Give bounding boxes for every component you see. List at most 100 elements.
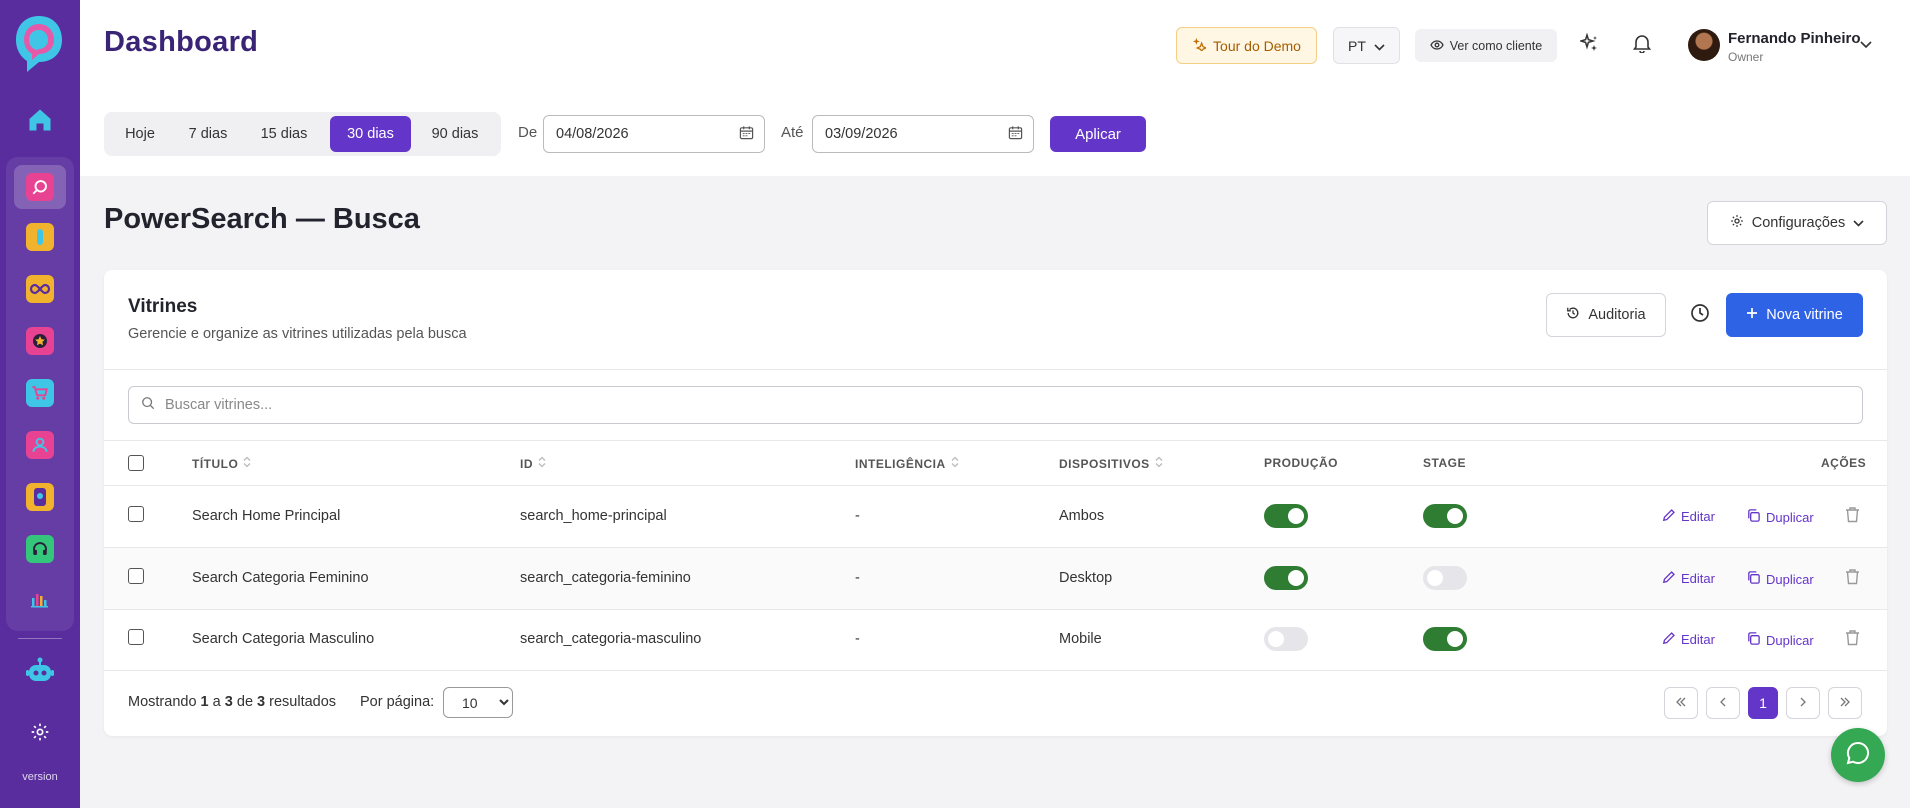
infinity-icon: [26, 275, 54, 303]
nav-bot[interactable]: [20, 652, 60, 692]
edit-button[interactable]: Editar: [1662, 631, 1715, 648]
column-header-actions: AÇÕES: [1821, 456, 1867, 470]
divider: [104, 440, 1887, 441]
nav-app-3[interactable]: [20, 269, 60, 309]
section-title: PowerSearch — Busca: [104, 203, 420, 235]
summary-connector: a: [212, 694, 221, 710]
page-button-current[interactable]: 1: [1748, 687, 1778, 719]
column-header-production: PRODUÇÃO: [1264, 456, 1339, 470]
nav-analytics[interactable]: [20, 581, 60, 621]
per-page-select[interactable]: 10: [443, 687, 513, 718]
chat-button[interactable]: [1831, 728, 1885, 782]
duplicate-button[interactable]: Duplicar: [1746, 508, 1814, 526]
tour-demo-button[interactable]: Tour do Demo: [1176, 27, 1317, 64]
sidebar-divider: [18, 638, 62, 639]
nav-app-4[interactable]: [20, 321, 60, 361]
trash-icon[interactable]: [1845, 506, 1860, 528]
cell-title: Search Categoria Masculino: [192, 631, 375, 647]
duplicate-button[interactable]: Duplicar: [1746, 570, 1814, 588]
nav-app-6[interactable]: [20, 425, 60, 465]
column-header-label: ID: [520, 456, 533, 471]
stage-toggle[interactable]: [1423, 627, 1467, 651]
avatar[interactable]: [1688, 29, 1720, 61]
range-today[interactable]: Hoje: [108, 116, 172, 152]
pencil-icon: [1662, 570, 1676, 587]
range-30-days[interactable]: 30 dias: [330, 116, 411, 152]
duplicate-button[interactable]: Duplicar: [1746, 631, 1814, 649]
edit-label: Editar: [1681, 632, 1715, 647]
trash-icon[interactable]: [1845, 629, 1860, 651]
sparkle-icon: [1192, 37, 1208, 54]
to-date-input[interactable]: 03/09/2026: [812, 115, 1034, 153]
stage-toggle[interactable]: [1423, 504, 1467, 528]
duplicate-label: Duplicar: [1766, 632, 1814, 648]
view-as-client-label: Ver como cliente: [1449, 38, 1543, 53]
previous-page-button[interactable]: [1706, 687, 1740, 719]
language-value: PT: [1348, 37, 1366, 54]
row-checkbox[interactable]: [128, 629, 144, 645]
nav-home[interactable]: [20, 102, 60, 142]
range-90-days[interactable]: 90 dias: [413, 116, 497, 152]
nav-app-2[interactable]: [20, 217, 60, 257]
apply-button[interactable]: Aplicar: [1050, 116, 1146, 152]
edit-button[interactable]: Editar: [1662, 508, 1715, 525]
eye-icon: [1430, 39, 1444, 53]
settings-dropdown-button[interactable]: Configurações: [1707, 201, 1887, 245]
headset-icon: [26, 535, 54, 563]
column-header-title[interactable]: TÍTULO: [192, 456, 251, 471]
divider: [104, 369, 1887, 370]
search-field[interactable]: [128, 386, 1863, 424]
ai-tools-button[interactable]: [1572, 27, 1608, 63]
notifications-button[interactable]: [1624, 27, 1660, 63]
chevrons-left-icon: [1675, 694, 1687, 712]
first-page-button[interactable]: [1664, 687, 1698, 719]
last-page-button[interactable]: [1828, 687, 1862, 719]
table-row: Search Categoria Masculino search_catego…: [104, 609, 1887, 670]
nav-app-7[interactable]: [20, 477, 60, 517]
next-page-button[interactable]: [1786, 687, 1820, 719]
new-vitrine-button[interactable]: Nova vitrine: [1726, 293, 1863, 337]
nav-app-8[interactable]: [20, 529, 60, 569]
clock-icon: [1690, 303, 1710, 328]
range-15-days[interactable]: 15 dias: [244, 116, 324, 152]
production-toggle[interactable]: [1264, 627, 1308, 651]
search-app-icon: [26, 173, 54, 201]
nav-settings[interactable]: [20, 714, 60, 754]
cell-devices: Mobile: [1059, 631, 1102, 647]
from-date-input[interactable]: 04/08/2026: [543, 115, 765, 153]
pencil-icon: [1662, 631, 1676, 648]
trash-icon[interactable]: [1845, 568, 1860, 590]
table-row: Search Categoria Feminino search_categor…: [104, 548, 1887, 609]
column-header-id[interactable]: ID: [520, 456, 546, 471]
select-all-checkbox[interactable]: [128, 455, 144, 471]
row-checkbox[interactable]: [128, 506, 144, 522]
production-toggle[interactable]: [1264, 566, 1308, 590]
production-toggle[interactable]: [1264, 504, 1308, 528]
toggle-knob: [1447, 508, 1463, 524]
range-7-days[interactable]: 7 dias: [172, 116, 244, 152]
settings-label: Configurações: [1751, 215, 1846, 231]
edit-label: Editar: [1681, 571, 1715, 586]
chevron-down-icon: [1853, 215, 1864, 231]
chevron-down-icon[interactable]: [1860, 36, 1872, 54]
stage-toggle[interactable]: [1423, 566, 1467, 590]
column-header-stage: STAGE: [1423, 456, 1466, 470]
version-label: version: [22, 771, 58, 783]
history-button[interactable]: [1682, 297, 1718, 333]
column-header-intelligence[interactable]: INTELIGÊNCIA: [855, 456, 959, 471]
cell-title: Search Home Principal: [192, 508, 341, 524]
row-checkbox[interactable]: [128, 568, 144, 584]
nav-powersearch[interactable]: [14, 165, 66, 209]
view-as-client-button[interactable]: Ver como cliente: [1415, 29, 1557, 62]
gear-icon: [30, 722, 50, 747]
audit-button[interactable]: Auditoria: [1546, 293, 1666, 337]
brand-logo[interactable]: [13, 14, 65, 79]
figure-icon: [26, 223, 54, 251]
edit-button[interactable]: Editar: [1662, 570, 1715, 587]
nav-app-5[interactable]: [20, 373, 60, 413]
vitrines-card: Vitrines Gerencie e organize as vitrines…: [104, 270, 1887, 736]
search-input[interactable]: [165, 397, 1765, 413]
language-select[interactable]: PT: [1333, 27, 1400, 64]
column-header-devices[interactable]: DISPOSITIVOS: [1059, 456, 1163, 471]
cell-intelligence: -: [855, 508, 860, 524]
